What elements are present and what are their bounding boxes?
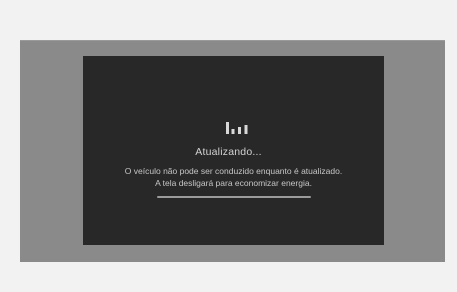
update-bars-icon xyxy=(226,122,248,134)
page: Atualizando... O veículo não pode ser co… xyxy=(0,0,457,292)
update-message-line2: A tela desligará para economizar energia… xyxy=(155,178,312,188)
update-progress-fill xyxy=(157,196,311,198)
update-title: Atualizando... xyxy=(195,146,262,158)
update-message-line1: O veículo não pode ser conduzido enquant… xyxy=(124,166,343,176)
update-progress-bar xyxy=(157,196,311,198)
